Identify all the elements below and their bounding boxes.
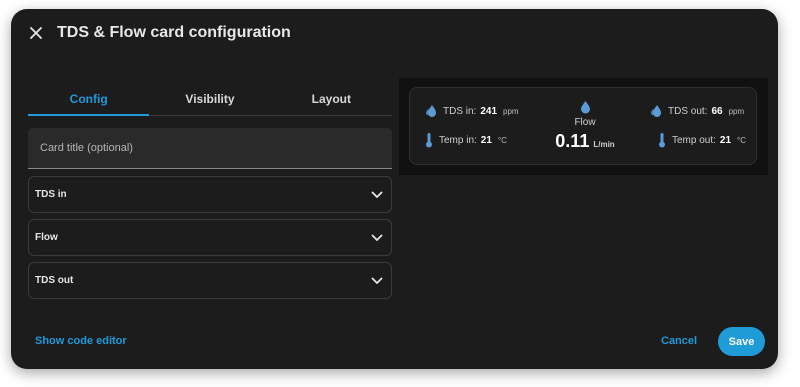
close-icon	[30, 27, 42, 39]
tds-out-value: 66	[711, 105, 723, 117]
save-button[interactable]: Save	[718, 327, 765, 356]
temp-out-label: Temp out:	[672, 134, 716, 146]
temp-in-label: Temp in:	[439, 134, 477, 146]
tds-in-value: 241	[480, 105, 498, 117]
dialog-title: TDS & Flow card configuration	[57, 24, 291, 41]
chevron-down-icon	[371, 191, 383, 198]
water-drops-icon	[426, 105, 436, 117]
thermometer-icon	[659, 133, 665, 148]
show-code-editor-link[interactable]: Show code editor	[35, 335, 127, 347]
cancel-button[interactable]: Cancel	[661, 335, 697, 347]
tds-in-stat: TDS in: 241 ppm	[425, 104, 519, 118]
tds-out-stat: TDS out: 66 ppm	[650, 104, 744, 118]
temp-out-stat: Temp out: 21 °C	[658, 132, 746, 148]
close-button[interactable]	[25, 22, 47, 44]
thermometer-icon	[426, 133, 432, 148]
water-drop-icon	[580, 101, 590, 114]
card-preview: TDS in: 241 ppm Temp in: 21 °C Flow 0.11…	[399, 78, 768, 175]
tds-flow-card: TDS in: 241 ppm Temp in: 21 °C Flow 0.11…	[409, 87, 757, 165]
temp-in-stat: Temp in: 21 °C	[425, 132, 507, 148]
chevron-down-icon	[371, 277, 383, 284]
tab-visibility[interactable]: Visibility	[149, 83, 270, 115]
temp-out-value: 21	[719, 134, 732, 146]
flow-unit: L/min	[593, 140, 615, 149]
flow-label: Flow	[574, 117, 596, 128]
card-title-field[interactable]	[28, 128, 392, 169]
tds-in-label: TDS in:	[443, 105, 477, 117]
water-drops-icon	[651, 105, 661, 117]
card-config-dialog: TDS & Flow card configuration Config Vis…	[11, 9, 778, 369]
section-tds-out[interactable]: TDS out	[28, 262, 392, 299]
flow-stat: Flow 0.11 L/min	[550, 100, 620, 152]
tab-bar: Config Visibility Layout	[28, 83, 392, 116]
tds-out-label: TDS out:	[668, 105, 708, 117]
section-flow[interactable]: Flow	[28, 219, 392, 256]
tab-layout[interactable]: Layout	[271, 83, 392, 115]
temp-in-value: 21	[480, 134, 492, 146]
chevron-down-icon	[371, 234, 383, 241]
flow-value: 0.11	[555, 131, 590, 151]
section-tds-in-label: TDS in	[35, 189, 67, 200]
tab-config[interactable]: Config	[28, 83, 150, 116]
section-tds-out-label: TDS out	[35, 275, 74, 286]
flow-reading: 0.11 L/min	[555, 131, 614, 152]
tds-in-unit: ppm	[503, 106, 519, 116]
section-tds-in[interactable]: TDS in	[28, 176, 392, 213]
tds-out-unit: ppm	[728, 106, 745, 116]
temp-in-unit: °C	[497, 135, 507, 145]
section-flow-label: Flow	[35, 232, 58, 243]
temp-out-unit: °C	[737, 135, 747, 145]
card-title-input[interactable]	[40, 142, 392, 154]
